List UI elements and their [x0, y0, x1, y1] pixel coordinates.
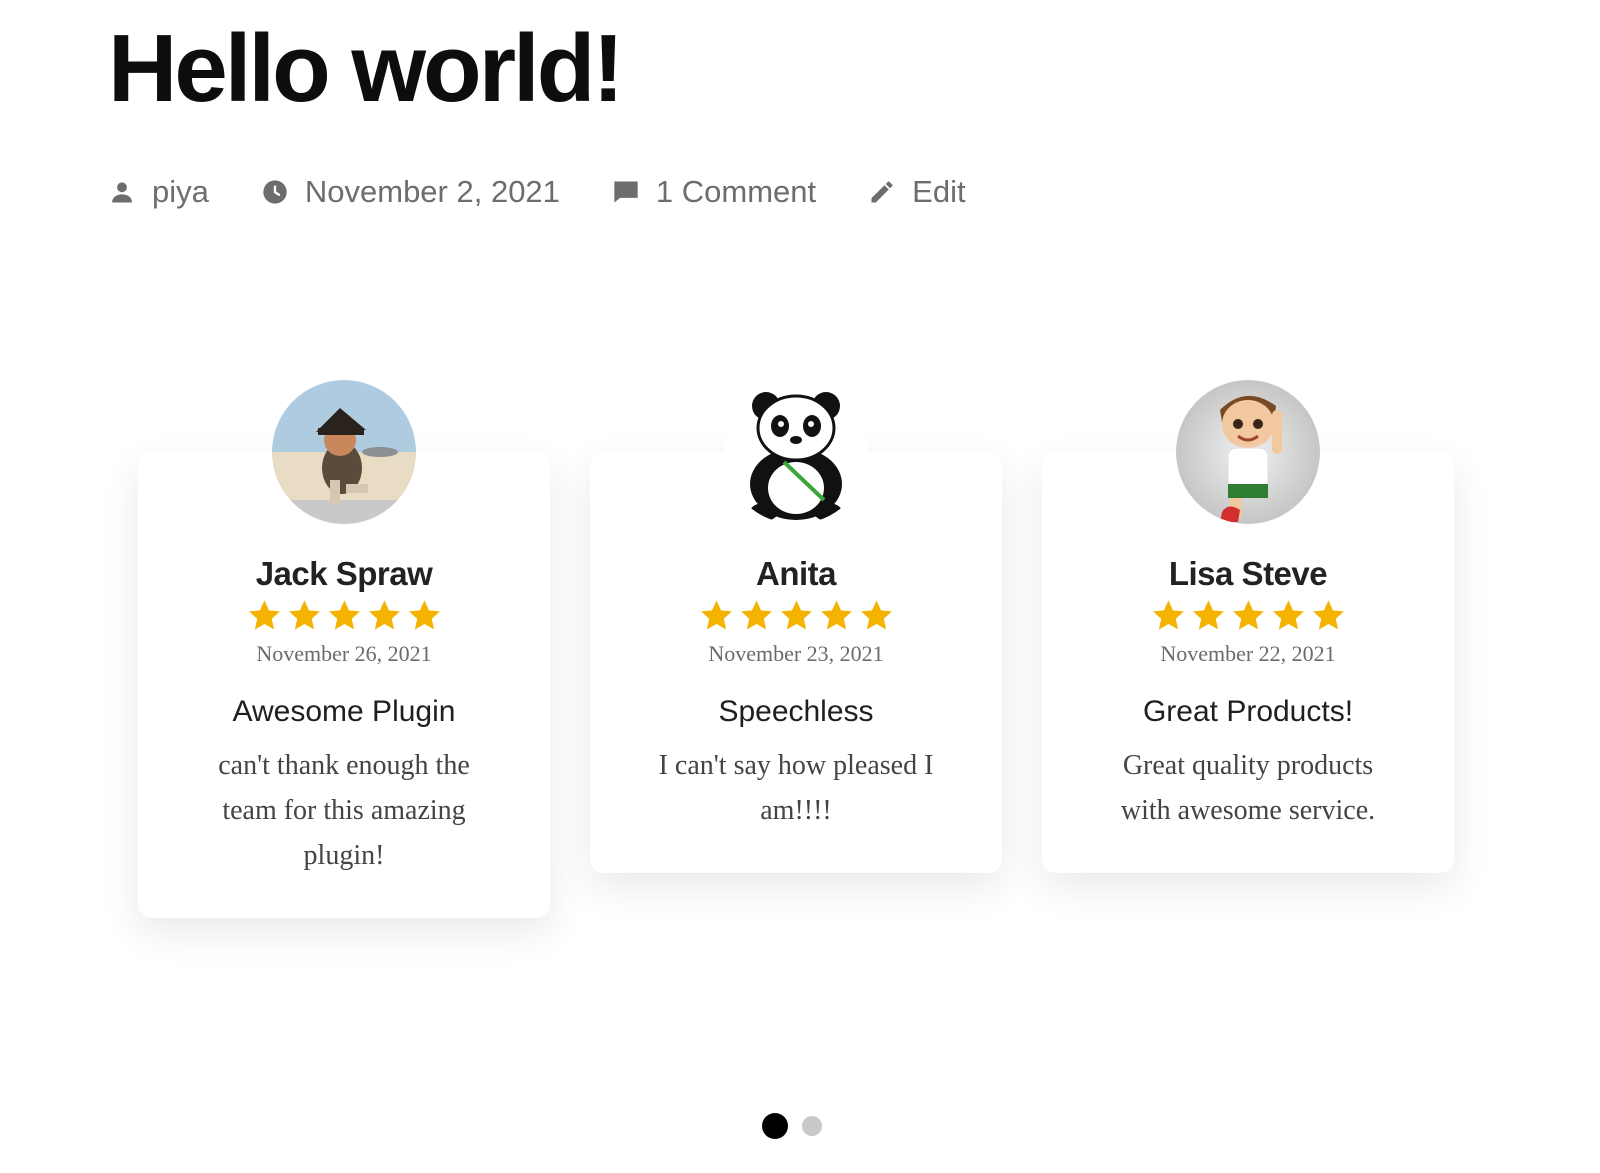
star-icon — [1152, 600, 1184, 630]
comment-icon — [614, 181, 638, 203]
reviewer-name: Jack Spraw — [255, 555, 433, 592]
star-icon — [1192, 600, 1224, 630]
clock-icon — [263, 180, 287, 204]
review-title: Speechless — [718, 695, 874, 729]
author-link[interactable]: piya — [152, 174, 209, 210]
star-icon — [328, 600, 360, 630]
testimonial-slider: Jack Spraw November 26, 2021 Awesome Plu… — [118, 360, 1474, 1060]
cartoon-boy-avatar — [1176, 380, 1320, 524]
reviewer-name: Anita — [756, 555, 837, 592]
testimonial-card: Jack Spraw November 26, 2021 Awesome Plu… — [138, 380, 550, 919]
star-icon — [780, 600, 812, 630]
pagination-dot-2[interactable] — [802, 1116, 822, 1136]
testimonial-card: Lisa Steve November 22, 2021 Great Produ… — [1042, 380, 1454, 874]
review-text: can't thank enough the team for this ama… — [218, 750, 470, 872]
review-title: Awesome Plugin — [232, 695, 456, 729]
star-icon — [700, 600, 732, 630]
post-meta: piya November 2, 2021 1 Comment Edit — [108, 174, 1018, 210]
panda-avatar — [724, 380, 868, 524]
star-icon — [288, 600, 320, 630]
testimonial-card: Anita November 23, 2021 Speechless I can… — [590, 380, 1002, 874]
star-icon — [408, 600, 440, 630]
pirate-avatar — [272, 380, 416, 524]
star-icon — [740, 600, 772, 630]
star-icon — [860, 600, 892, 630]
review-date: November 22, 2021 — [1160, 641, 1336, 667]
meta-edit: Edit — [868, 174, 966, 210]
star-icon — [1232, 600, 1264, 630]
comments-link[interactable]: 1 Comment — [656, 174, 816, 210]
star-icon — [1312, 600, 1344, 630]
meta-comments: 1 Comment — [612, 174, 816, 210]
review-title: Great Products! — [1142, 695, 1354, 729]
star-rating — [158, 598, 530, 633]
user-icon — [112, 182, 132, 203]
star-rating — [1062, 598, 1434, 633]
page-title: Hello world! — [108, 15, 624, 122]
edit-link[interactable]: Edit — [912, 174, 965, 210]
star-icon — [820, 600, 852, 630]
review-date: November 23, 2021 — [708, 641, 884, 667]
star-icon — [248, 600, 280, 630]
meta-author: piya — [108, 174, 209, 210]
reviewer-name: Lisa Steve — [1168, 555, 1328, 592]
pencil-icon — [871, 181, 893, 203]
slider-pagination — [762, 1113, 822, 1139]
date-link[interactable]: November 2, 2021 — [305, 174, 560, 210]
review-date: November 26, 2021 — [256, 641, 432, 667]
review-text: I can't say how pleased I am!!!! — [658, 750, 934, 827]
star-icon — [368, 600, 400, 630]
pagination-dot-1[interactable] — [762, 1113, 788, 1139]
review-text: Great quality products with awesome serv… — [1120, 750, 1376, 827]
star-icon — [1272, 600, 1304, 630]
meta-date: November 2, 2021 — [261, 174, 560, 210]
star-rating — [610, 598, 982, 633]
